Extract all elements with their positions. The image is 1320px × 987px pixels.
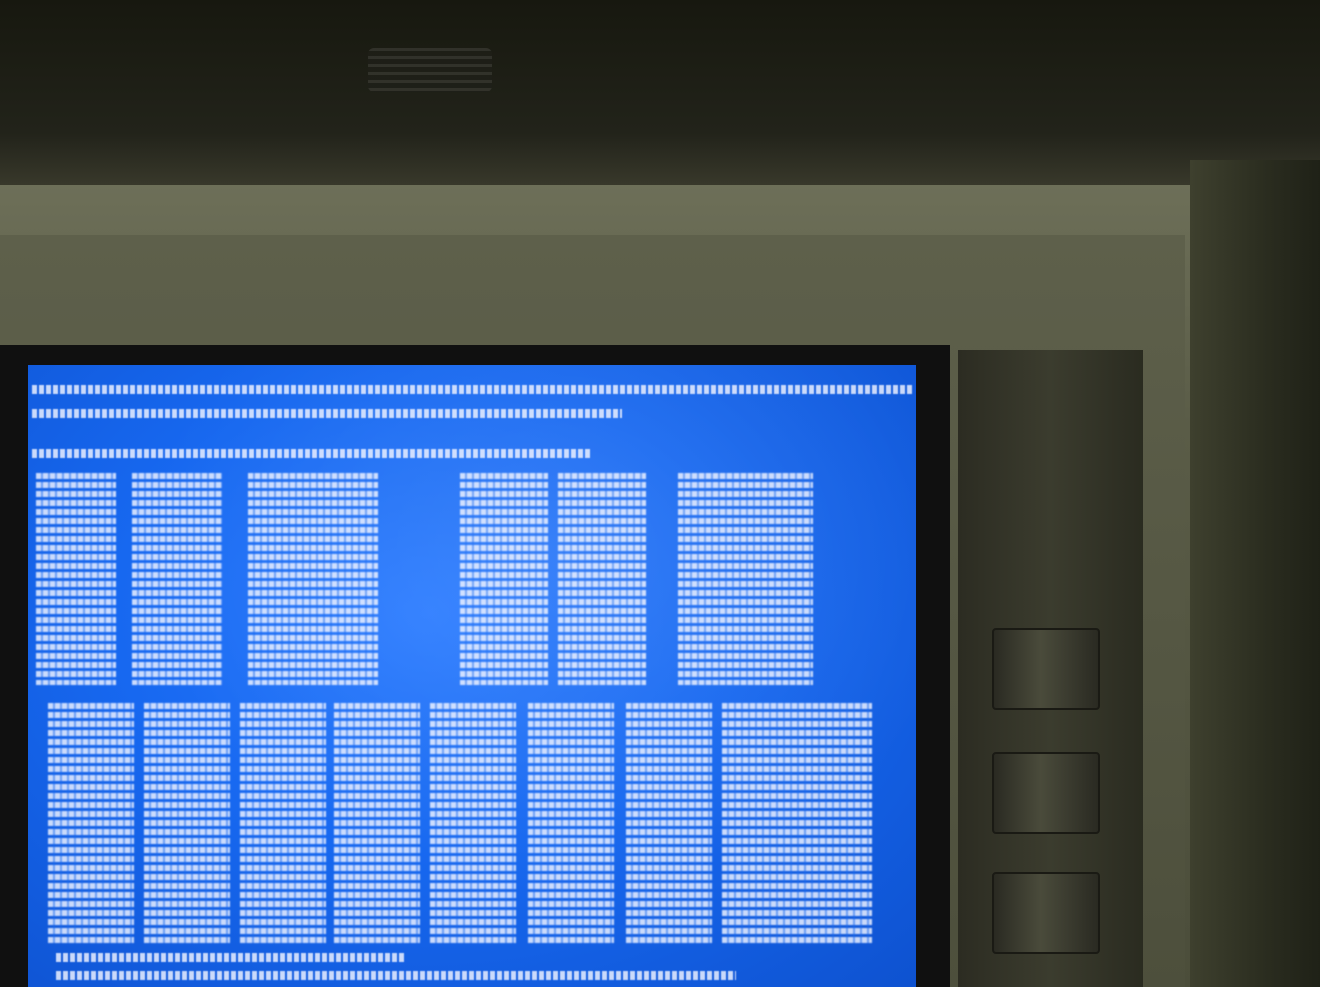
bsod-screen: [28, 365, 916, 987]
wall-right-shadow: [1190, 160, 1320, 987]
monitor-button-middle[interactable]: [992, 752, 1100, 834]
wall-background: [0, 0, 1320, 190]
screen-glare: [28, 365, 916, 987]
wall-vent: [368, 48, 492, 92]
monitor-button-top[interactable]: [992, 628, 1100, 710]
monitor-button-bottom[interactable]: [992, 872, 1100, 954]
